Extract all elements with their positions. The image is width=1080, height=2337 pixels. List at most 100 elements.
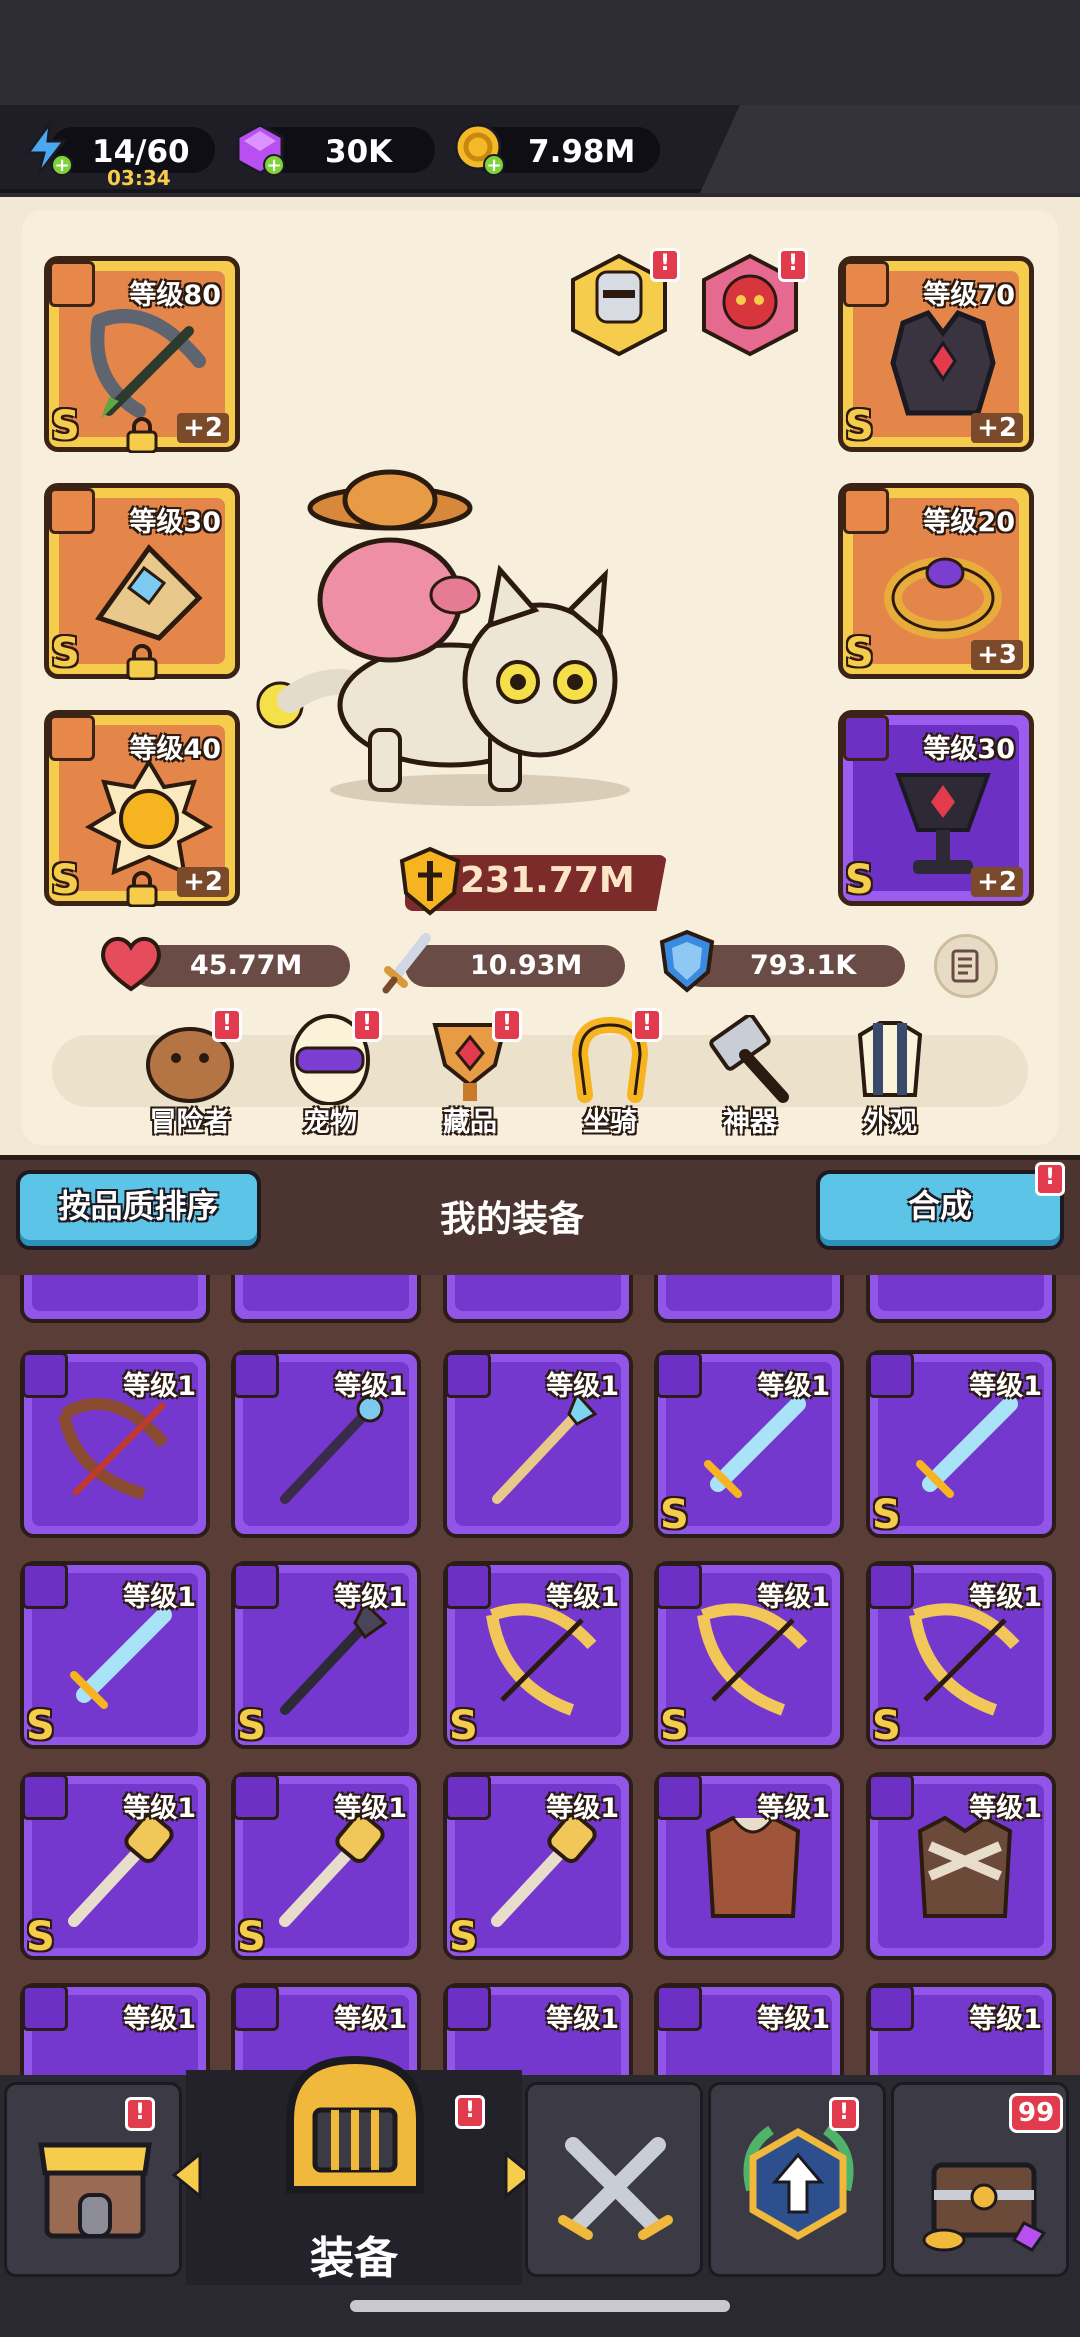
grade-label: S — [449, 1703, 478, 1749]
coins-value: 7.98M — [528, 134, 636, 170]
menu-mount[interactable]: ! 坐骑 — [550, 1008, 670, 1138]
weapon-slot[interactable]: 等级80 S +2 — [44, 256, 240, 453]
sun-medallion-icon — [84, 758, 214, 876]
lightning-icon[interactable]: + — [20, 121, 76, 177]
nav-chest[interactable]: 99 — [891, 2082, 1069, 2277]
inventory-item[interactable]: 等级1 S — [20, 1561, 210, 1749]
menu-label: 宠物 — [303, 1107, 357, 1138]
power-shield-icon — [399, 846, 461, 916]
golden-bow-icon — [697, 1603, 808, 1716]
inventory-item[interactable]: 等级1 — [231, 1350, 421, 1538]
item-level: 等级1 — [334, 2004, 407, 2035]
slot-level: 等级70 — [923, 280, 1015, 311]
ring-tag-icon — [656, 1985, 702, 2031]
attack-value: 10.93M — [470, 950, 583, 981]
staff-icon — [280, 1395, 384, 1504]
item-level: 等级1 — [334, 1793, 407, 1824]
shield-icon — [659, 929, 715, 993]
inventory-item[interactable]: 等级1 S — [654, 1561, 844, 1749]
inventory-item[interactable] — [231, 1275, 421, 1323]
menu-artifact[interactable]: 神器 — [690, 1010, 810, 1138]
sword-tag-icon — [233, 1352, 279, 1398]
inventory-item[interactable]: 等级1 — [866, 1983, 1056, 2075]
sword-tag-icon — [22, 1774, 68, 1820]
upgrade-icon — [743, 2125, 854, 2241]
armor-slot[interactable]: 等级70 S +2 — [838, 256, 1034, 452]
plus-level: +2 — [177, 867, 229, 897]
energy-timer: 03:34 — [107, 166, 171, 190]
golden-mace-icon — [279, 1813, 385, 1927]
nav-upgrade[interactable]: ! — [708, 2082, 886, 2277]
golden-mace-icon — [491, 1813, 597, 1927]
ring-slot-right[interactable]: 等级20 S +3 — [838, 483, 1034, 679]
inventory-item[interactable]: 等级1 S — [231, 1561, 421, 1749]
power-value: 231.77M — [460, 860, 635, 901]
sword-tag-icon — [868, 1563, 914, 1609]
lock-icon — [126, 871, 158, 907]
nav-battle[interactable] — [525, 2082, 703, 2277]
gem-icon[interactable]: + — [232, 121, 288, 177]
grade-label: S — [872, 1492, 901, 1538]
inventory-item[interactable]: 等级1 S — [866, 1561, 1056, 1749]
inventory-item[interactable]: 等级1 S — [654, 1350, 844, 1538]
nav-shop[interactable]: ! — [4, 2082, 182, 2277]
inventory-item[interactable]: 等级1 — [443, 1350, 633, 1538]
grade-label: S — [26, 1914, 55, 1960]
amulet-slot[interactable]: 等级30 S +2 — [838, 710, 1034, 906]
inventory-item[interactable]: 等级1 S — [866, 1350, 1056, 1538]
item-level: 等级1 — [969, 2004, 1042, 2035]
svg-text:+: + — [486, 155, 501, 176]
inventory-grid[interactable]: 等级1 等级1 等级1 等级1 S 等级1 S 等级1 S 等级1 S 等级1 … — [0, 1275, 1080, 2075]
grade-label: S — [51, 630, 80, 676]
alert-badge: ! — [492, 1008, 522, 1042]
sword-tag-icon — [445, 1563, 491, 1609]
sword-tag-icon — [233, 1563, 279, 1609]
menu-pet[interactable]: ! 宠物 — [270, 1008, 390, 1138]
svg-text:+: + — [54, 155, 69, 176]
inventory-item[interactable]: 等级1 S — [443, 1561, 633, 1749]
inventory-item[interactable] — [866, 1275, 1056, 1323]
gems-value: 30K — [325, 134, 393, 170]
inventory-item[interactable]: 等级1 S — [20, 1772, 210, 1960]
hero-character[interactable] — [250, 460, 670, 820]
grade-label: S — [845, 630, 874, 676]
sort-by-quality-button[interactable]: 按品质排序 — [16, 1170, 261, 1250]
crossbow-icon — [90, 309, 206, 419]
slot-level: 等级30 — [923, 734, 1015, 765]
menu-collection[interactable]: ! 藏品 — [410, 1008, 530, 1138]
home-indicator — [350, 2300, 730, 2312]
arrow-left-icon — [171, 2150, 202, 2200]
inventory-item[interactable]: 等级1 S — [443, 1772, 633, 1960]
inventory-item[interactable]: 等级1 — [654, 1772, 844, 1960]
golden-bow-icon — [486, 1603, 597, 1716]
inventory-item[interactable]: 等级1 — [20, 1350, 210, 1538]
item-level: 等级1 — [334, 1582, 407, 1613]
inventory-item[interactable]: 等级1 — [443, 1983, 633, 2075]
menu-label: 神器 — [723, 1107, 777, 1138]
shop-icon — [38, 2142, 152, 2239]
sword-tag-icon — [656, 1563, 702, 1609]
inventory-item[interactable] — [443, 1275, 633, 1323]
merge-button-label: 合成 — [907, 1187, 972, 1225]
menu-adventurer[interactable]: ! 冒险者 — [130, 1008, 250, 1138]
coin-icon[interactable]: + — [452, 121, 508, 177]
inventory-item[interactable] — [654, 1275, 844, 1323]
grade-label: S — [660, 1492, 689, 1538]
details-button[interactable] — [934, 934, 998, 998]
slot-level: 等级40 — [129, 734, 221, 765]
item-level: 等级1 — [969, 1582, 1042, 1613]
inventory-item[interactable]: 等级1 S — [231, 1772, 421, 1960]
menu-appearance[interactable]: 外观 — [830, 1010, 950, 1138]
inventory-item[interactable]: 等级1 — [20, 1983, 210, 2075]
merge-button[interactable]: 合成 — [816, 1170, 1064, 1250]
ring-slot[interactable]: 等级30 S — [44, 483, 240, 680]
item-level: 等级1 — [757, 1793, 830, 1824]
inventory-item[interactable]: 等级1 — [654, 1983, 844, 2075]
grade-label: S — [660, 1703, 689, 1749]
alert-badge: ! — [125, 2097, 155, 2131]
inventory-item[interactable]: 等级1 — [866, 1772, 1056, 1960]
inventory-item[interactable] — [20, 1275, 210, 1323]
list-icon — [951, 949, 979, 983]
necklace-slot[interactable]: 等级40 S +2 — [44, 710, 240, 907]
item-level: 等级1 — [334, 1371, 407, 1402]
